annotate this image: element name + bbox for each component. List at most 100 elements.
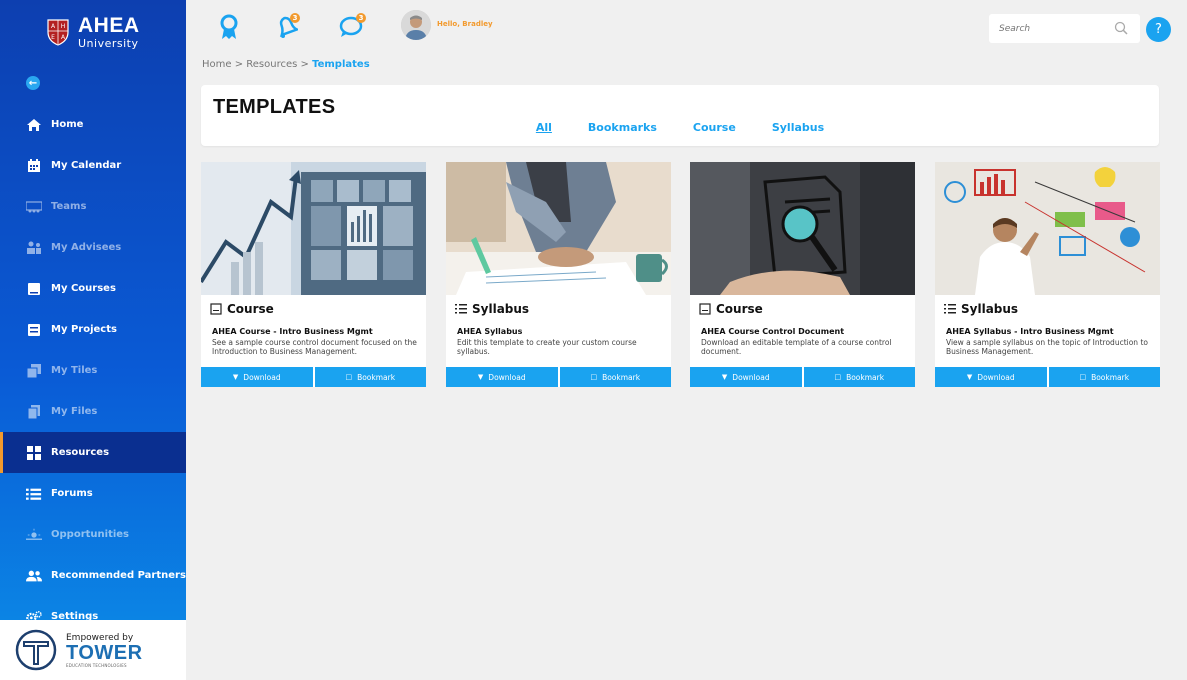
brand-name: AHEA [78, 14, 140, 37]
book-icon [26, 282, 42, 296]
card-actions: ▼ Download □ Bookmark [935, 367, 1160, 387]
card-image-business-chart [201, 162, 426, 295]
course-doc-icon [210, 303, 222, 315]
help-button[interactable]: ? [1146, 17, 1171, 42]
page-title: TEMPLATES [213, 96, 336, 118]
brand-subtitle: University [78, 37, 139, 50]
bookmark-button[interactable]: □ Bookmark [559, 367, 671, 387]
bookmark-label: Bookmark [846, 372, 885, 382]
projects-icon [26, 323, 42, 337]
download-button[interactable]: ▼ Download [446, 367, 558, 387]
tower-tagline: EDUCATION TECHNOLOGIES [66, 662, 127, 668]
sidebar-item-label: My Advisees [51, 242, 122, 253]
template-card[interactable]: Syllabus AHEA Syllabus - Intro Business … [935, 162, 1160, 387]
sidebar-item-resources[interactable]: Resources [0, 432, 186, 473]
search-icon[interactable] [1114, 21, 1128, 35]
forums-icon [26, 487, 42, 501]
breadcrumb-separator: > [297, 59, 313, 70]
award-icon[interactable] [217, 14, 241, 40]
card-image-document-search [690, 162, 915, 295]
sidebar-item-label: Teams [51, 201, 87, 212]
card-type: Course [210, 302, 274, 316]
search-box[interactable] [989, 14, 1140, 43]
user-greeting[interactable]: Hello, Bradley [437, 20, 493, 28]
card-type-label: Syllabus [961, 302, 1019, 316]
chat-bubble-icon[interactable]: 3 [338, 13, 366, 40]
partners-icon [26, 569, 42, 583]
notification-count-badge: 3 [290, 13, 300, 23]
tab-course[interactable]: Course [693, 121, 736, 134]
sidebar-item-my-tiles[interactable]: My Tiles [0, 350, 186, 391]
card-type-label: Course [227, 302, 274, 316]
card-description: See a sample course control document foc… [212, 338, 417, 357]
card-type-label: Course [716, 302, 763, 316]
card-description: View a sample syllabus on the topic of I… [946, 338, 1148, 357]
tab-syllabus[interactable]: Syllabus [772, 121, 824, 134]
sidebar-item-my-files[interactable]: My Files [0, 391, 186, 432]
bookmark-button[interactable]: □ Bookmark [314, 367, 426, 387]
tab-all[interactable]: All [536, 121, 552, 134]
sidebar-item-recommended-partners[interactable]: Recommended Partners [0, 555, 186, 596]
grid-icon [26, 445, 42, 460]
sidebar-item-teams[interactable]: Teams [0, 186, 186, 227]
card-actions: ▼ Download □ Bookmark [201, 367, 426, 387]
sidebar-item-label: Opportunities [51, 529, 130, 540]
card-description: Download an editable template of a cours… [701, 338, 892, 357]
bookmark-label: Bookmark [602, 372, 641, 382]
sidebar-item-opportunities[interactable]: Opportunities [0, 514, 186, 555]
sidebar-item-my-advisees[interactable]: My Advisees [0, 227, 186, 268]
download-label: Download [488, 372, 526, 382]
breadcrumb-resources[interactable]: Resources [246, 59, 297, 70]
calendar-icon [26, 158, 42, 173]
search-input[interactable] [999, 23, 1109, 34]
breadcrumb-home[interactable]: Home [202, 59, 232, 70]
template-card[interactable]: Course AHEA Course - Intro Business Mgmt… [201, 162, 426, 387]
bookmark-button[interactable]: □ Bookmark [1048, 367, 1160, 387]
tower-brand: TOWER [66, 641, 143, 664]
notification-bell-icon[interactable]: 3 [274, 13, 301, 40]
help-icon: ? [1155, 22, 1162, 37]
card-image-writing [446, 162, 671, 295]
sidebar-item-label: My Tiles [51, 365, 98, 376]
syllabus-list-icon [455, 304, 467, 314]
bookmark-button[interactable]: □ Bookmark [803, 367, 915, 387]
sidebar-item-label: My Calendar [51, 160, 122, 171]
card-title: AHEA Course - Intro Business Mgmt [212, 327, 373, 336]
bookmark-label: Bookmark [1091, 372, 1130, 382]
download-label: Download [243, 372, 281, 382]
sidebar-item-my-courses[interactable]: My Courses [0, 268, 186, 309]
card-actions: ▼ Download □ Bookmark [690, 367, 915, 387]
sidebar-item-home[interactable]: Home [0, 104, 186, 145]
collapse-sidebar-icon[interactable]: ← [26, 76, 40, 90]
bookmark-icon: □ [1079, 373, 1087, 381]
avatar[interactable] [401, 10, 431, 40]
home-icon [26, 118, 42, 132]
sidebar-item-forums[interactable]: Forums [0, 473, 186, 514]
breadcrumb: Home > Resources > Templates [202, 59, 370, 70]
download-button[interactable]: ▼ Download [935, 367, 1047, 387]
syllabus-list-icon [944, 304, 956, 314]
sidebar-item-my-calendar[interactable]: My Calendar [0, 145, 186, 186]
sidebar-item-my-projects[interactable]: My Projects [0, 309, 186, 350]
card-type-label: Syllabus [472, 302, 530, 316]
opportunities-icon [26, 528, 42, 542]
brand-logo[interactable]: A H E A AHEA University [0, 0, 186, 64]
sidebar: A H E A AHEA University ← Home My Calend… [0, 0, 186, 680]
sidebar-item-label: My Courses [51, 283, 116, 294]
bookmark-icon: □ [834, 373, 842, 381]
bookmark-icon: □ [590, 373, 598, 381]
download-icon: ▼ [477, 373, 484, 381]
bookmark-icon: □ [345, 373, 353, 381]
breadcrumb-separator: > [231, 59, 247, 70]
sidebar-item-label: My Files [51, 406, 98, 417]
download-button[interactable]: ▼ Download [201, 367, 313, 387]
download-button[interactable]: ▼ Download [690, 367, 802, 387]
template-card[interactable]: Syllabus AHEA Syllabus Edit this templat… [446, 162, 671, 387]
breadcrumb-current: Templates [312, 59, 370, 70]
download-label: Download [732, 372, 770, 382]
tiles-icon [26, 363, 42, 378]
template-card[interactable]: Course AHEA Course Control Document Down… [690, 162, 915, 387]
tower-logo-icon [15, 629, 57, 671]
tab-bookmarks[interactable]: Bookmarks [588, 121, 657, 134]
card-type: Course [699, 302, 763, 316]
